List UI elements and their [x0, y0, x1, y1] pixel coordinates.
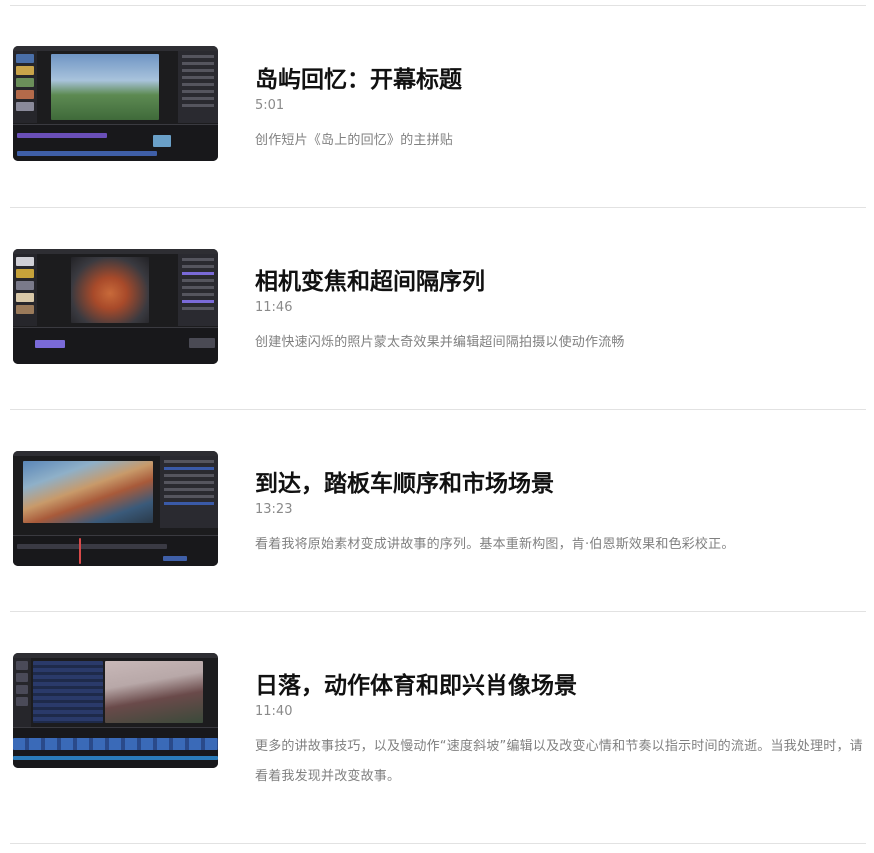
lesson-duration: 11:40: [255, 704, 293, 719]
video-thumbnail-editor-icon[interactable]: [13, 249, 218, 364]
lesson-title[interactable]: 岛屿回忆：开幕标题: [255, 65, 866, 95]
lesson-duration: 5:01: [255, 98, 285, 113]
lesson-title[interactable]: 到达，踏板车顺序和市场场景: [255, 469, 866, 499]
lesson-title[interactable]: 日落，动作体育和即兴肖像场景: [255, 671, 866, 701]
lesson-title[interactable]: 相机变焦和超间隔序列: [255, 267, 866, 297]
divider: [10, 843, 866, 844]
lesson-description: 创建快速闪烁的照片蒙太奇效果并编辑超间隔拍摄以使动作流畅: [255, 335, 625, 350]
lesson-item: 相机变焦和超间隔序列 11:46 创建快速闪烁的照片蒙太奇效果并编辑超间隔拍摄以…: [10, 208, 866, 409]
lesson-list: 岛屿回忆：开幕标题 5:01 创作短片《岛上的回忆》的主拼贴 相机变焦和超间隔序…: [10, 0, 866, 844]
lesson-duration: 13:23: [255, 502, 293, 517]
lesson-description: 更多的讲故事技巧，以及慢动作“速度斜坡”编辑以及改变心情和节奏以指示时间的流逝。…: [255, 739, 863, 784]
lesson-item: 日落，动作体育和即兴肖像场景 11:40 更多的讲故事技巧，以及慢动作“速度斜坡…: [10, 612, 866, 843]
video-thumbnail-editor-icon[interactable]: [13, 451, 218, 566]
lesson-item: 岛屿回忆：开幕标题 5:01 创作短片《岛上的回忆》的主拼贴: [10, 6, 866, 207]
video-thumbnail-editor-icon[interactable]: [13, 653, 218, 768]
lesson-duration: 11:46: [255, 300, 293, 315]
lesson-description: 创作短片《岛上的回忆》的主拼贴: [255, 133, 454, 148]
lesson-description: 看着我将原始素材变成讲故事的序列。基本重新构图，肯·伯恩斯效果和色彩校正。: [255, 537, 735, 552]
video-thumbnail-editor-icon[interactable]: [13, 46, 218, 161]
lesson-item: 到达，踏板车顺序和市场场景 13:23 看着我将原始素材变成讲故事的序列。基本重…: [10, 410, 866, 611]
